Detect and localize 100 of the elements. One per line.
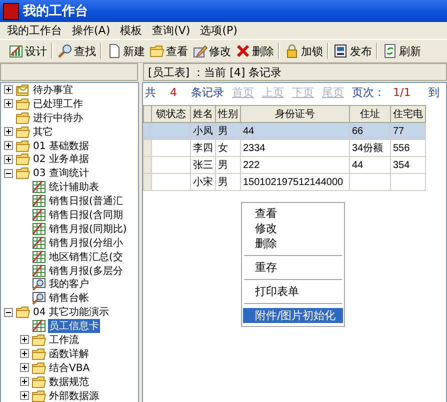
tree-item[interactable]: 销售月报(分组小 [48, 236, 124, 250]
folder-icon [31, 388, 47, 402]
table-cell: 354 [393, 160, 410, 170]
toolbar-button[interactable]: 查找 [55, 41, 98, 61]
toolbar-button[interactable]: 查看 [147, 41, 190, 61]
report-icon [31, 206, 47, 223]
menu-item[interactable]: 删除 [243, 236, 343, 251]
expand-box-icon[interactable] [20, 363, 29, 372]
table-row[interactable]: 小宋 男 150102197512144000 [144, 174, 426, 190]
window-title: 我的工作台 [23, 3, 88, 20]
folder-icon [31, 346, 47, 362]
menu-item[interactable]: 重存 [243, 260, 343, 275]
tree-item[interactable]: 03 查询统计 [32, 166, 90, 180]
report-icon [31, 179, 47, 196]
table-cell: 44 [243, 126, 254, 136]
tree-item[interactable]: 统计辅助表 [48, 180, 100, 194]
toolbar-button[interactable]: 删除 [233, 41, 276, 61]
table-cell: 男 [218, 126, 228, 137]
expand-box-icon[interactable] [20, 335, 29, 344]
report-icon [31, 193, 47, 210]
goto-label[interactable]: 到 [428, 84, 440, 100]
tree-item[interactable]: 其它 [32, 124, 54, 139]
table-row[interactable]: 李四 女 2334 34份额 556 [144, 140, 426, 156]
menu-item[interactable]: 查看 [243, 206, 343, 221]
tree-item[interactable]: 我的客户 [48, 277, 90, 292]
toolbar-button[interactable]: 设计 [6, 41, 49, 61]
tree-item[interactable]: 员工信息卡 [48, 319, 100, 334]
menu-item[interactable]: 查询(V) [147, 23, 196, 38]
tree-item[interactable]: 销售台帐 [48, 291, 90, 306]
expand-box-icon[interactable] [4, 99, 13, 108]
tree-item[interactable]: 数据规范 [48, 374, 90, 389]
tree-item[interactable]: 工作流 [48, 332, 80, 347]
toolbar-button[interactable]: 发布 [331, 41, 374, 61]
tree-item[interactable]: 函数详解 [48, 346, 90, 361]
column-header: 身份证号 [240, 106, 350, 122]
tree-item[interactable]: 销售月报(多层分 [48, 264, 124, 278]
menu-item[interactable]: 模板 [115, 23, 148, 38]
mail-folder-icon [15, 83, 31, 98]
tree-item[interactable]: 地区销售汇总(交 [48, 250, 124, 264]
expand-box-icon[interactable] [20, 377, 29, 386]
expand-box-icon[interactable] [4, 127, 13, 136]
toolbar-button[interactable]: 刷新 [380, 41, 423, 61]
toolbar-button[interactable]: 修改 [190, 41, 233, 61]
report-icon [31, 234, 47, 251]
report-icon [31, 262, 47, 279]
menu-item[interactable]: 打印表单 [243, 284, 343, 299]
table-cell: 男 [218, 177, 228, 188]
collapse-box-icon[interactable] [4, 168, 13, 178]
expand-box-icon[interactable] [20, 391, 29, 400]
menu-item[interactable]: 我的工作台 [2, 23, 67, 38]
tree-item[interactable]: 01 基础数据 [32, 138, 90, 153]
table-cell: 张三 [193, 160, 213, 171]
expand-box-icon[interactable] [4, 154, 13, 164]
menu-item[interactable]: 修改 [243, 221, 343, 236]
report-icon [31, 220, 47, 237]
record-count: 4 [169, 86, 178, 98]
padlock-icon [284, 43, 300, 59]
table-cell: 李四 [193, 143, 213, 154]
total-label: 共 [145, 84, 156, 100]
table-row[interactable]: 张三 男 222 44 354 [144, 156, 426, 174]
table-cell: 2334 [243, 142, 266, 154]
page-number: 1/1 [393, 86, 411, 98]
tree-item[interactable]: 02 业务单据 [32, 152, 90, 166]
toolbar-button[interactable]: 加锁 [282, 41, 325, 61]
menu-item[interactable]: 操作(A) [67, 23, 116, 38]
toolbar-button[interactable]: 新建 [104, 41, 147, 61]
collapse-box-icon[interactable] [4, 308, 13, 317]
table-row[interactable]: 小凤 男 44 66 77 [144, 122, 426, 140]
report-icon [31, 248, 47, 265]
tree-item[interactable]: 结合VBA [48, 360, 91, 375]
table-cell: 34份额 [352, 143, 384, 154]
menu-item[interactable]: 选项(P) [195, 23, 242, 38]
app-logo-icon [3, 2, 19, 20]
folder-icon [15, 304, 31, 320]
menu-item[interactable]: 附件/图片初始化 [243, 308, 343, 323]
refresh-icon [382, 43, 398, 59]
tree-item[interactable]: 销售日报(含同期 [48, 208, 124, 222]
tree-item[interactable]: 进行中待办 [32, 110, 84, 125]
folder-icon [149, 43, 165, 59]
tree-item[interactable]: 外部数据源 [48, 388, 100, 402]
expand-box-icon[interactable] [4, 141, 13, 150]
folder-icon [15, 151, 31, 168]
cross-icon [235, 43, 251, 59]
tree-item[interactable]: 销售月报(同期比) [48, 222, 128, 236]
column-header: 住址 [350, 106, 390, 122]
tree-item[interactable]: 销售日报(普通汇 [48, 194, 124, 208]
column-header: 性别 [216, 106, 240, 122]
expand-box-icon[interactable] [20, 349, 29, 358]
column-header: 姓名 [190, 106, 216, 122]
folder-icon [15, 110, 31, 126]
table-cell: 66 [352, 126, 364, 136]
tree-item[interactable]: 04 其它功能演示 [32, 305, 110, 320]
magnifier-report-icon [31, 276, 47, 292]
folder-icon [15, 124, 31, 140]
column-header: 锁状态 [152, 106, 190, 122]
tree-item[interactable]: 已处理工作 [32, 96, 84, 111]
tree-item[interactable]: 待办事宜 [32, 83, 74, 97]
expand-box-icon[interactable] [4, 85, 13, 94]
column-header: 住宅电 [390, 106, 426, 122]
record-count-text: [员工表] ：当前 [4] 条记录 [148, 64, 282, 80]
